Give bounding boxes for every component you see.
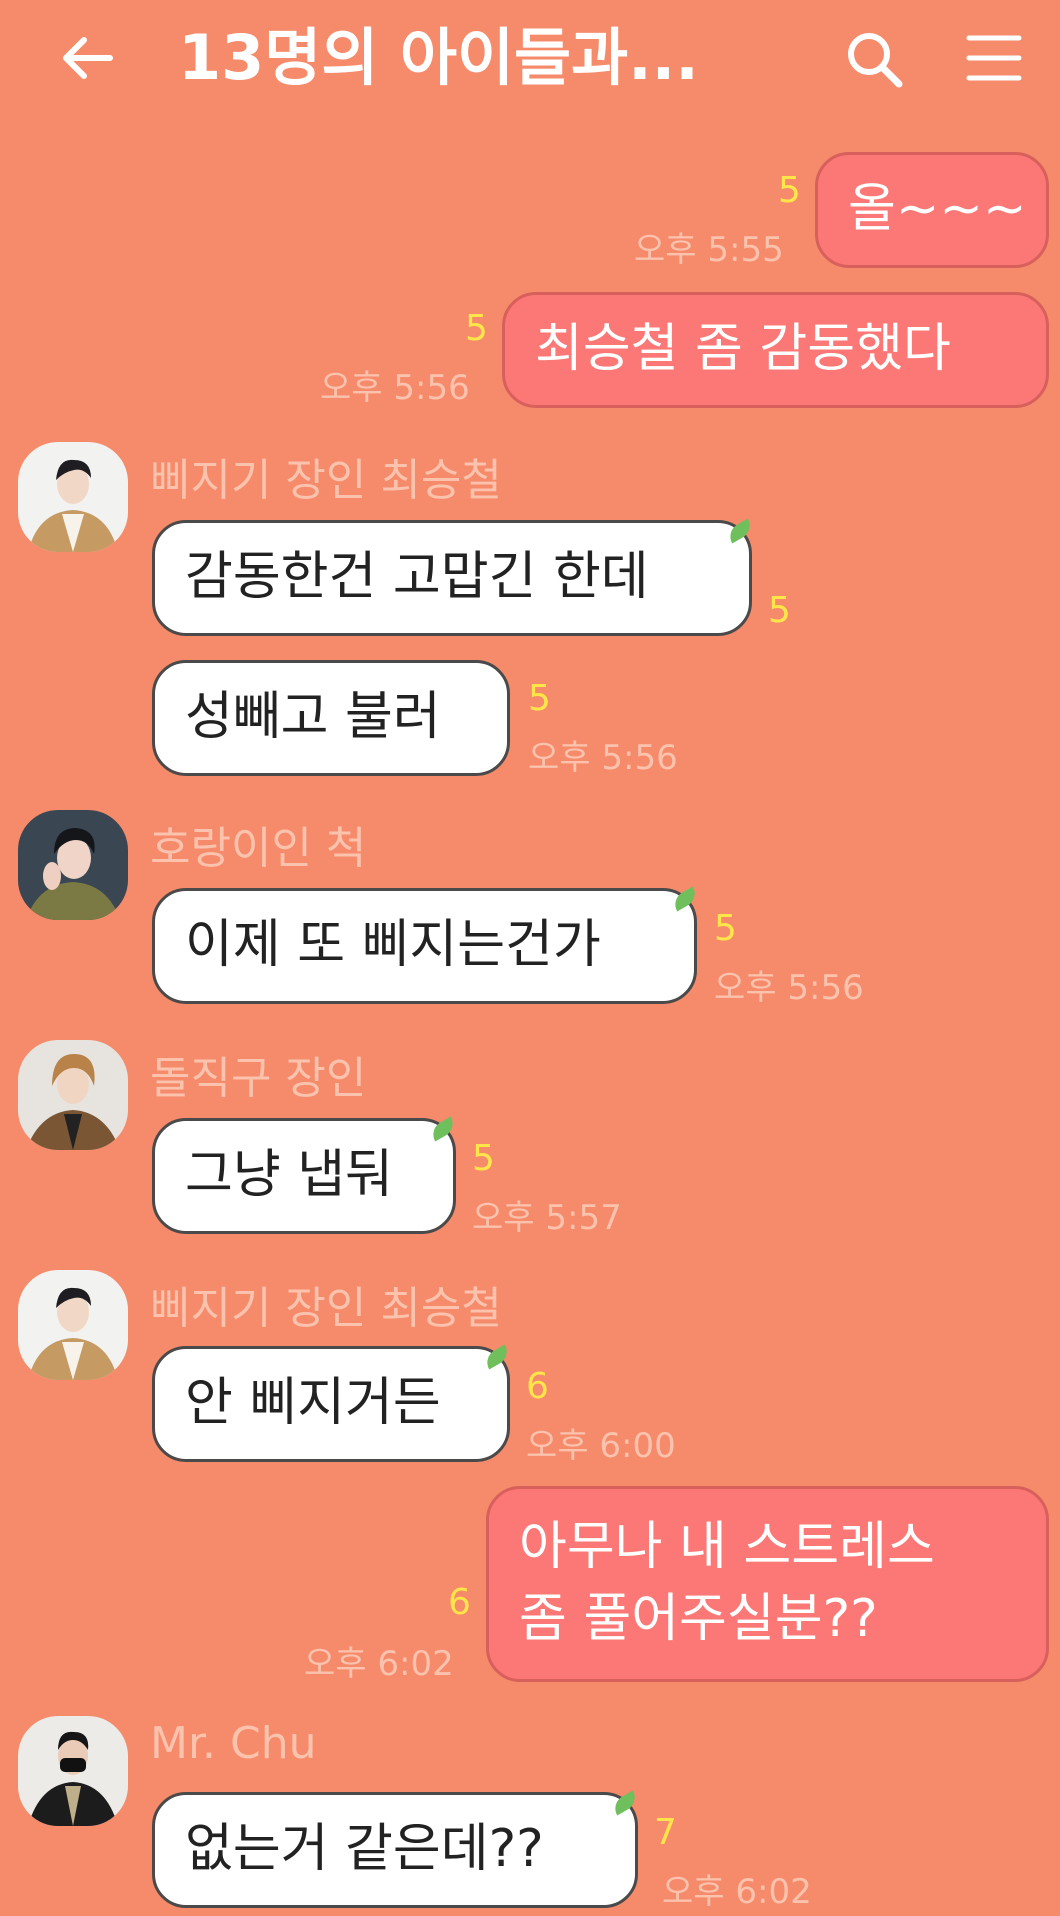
- unread-count: 5: [714, 908, 737, 949]
- message-bubble-outgoing[interactable]: 최승철 좀 감동했다: [502, 292, 1049, 408]
- unread-count: 6: [526, 1366, 549, 1407]
- message-bubble-incoming[interactable]: 감동한건 고맙긴 한데: [152, 520, 752, 636]
- sender-name: Mr. Chu: [150, 1718, 317, 1769]
- avatar-image: [18, 1270, 128, 1380]
- avatar[interactable]: [18, 1040, 128, 1150]
- avatar-image: [18, 1716, 128, 1826]
- chat-title: 13명의 아이들과...: [178, 21, 699, 94]
- message-text-line: 좀 풀어주실분??: [519, 1589, 878, 1649]
- unread-count: 6: [448, 1582, 471, 1623]
- unread-count: 5: [778, 170, 801, 211]
- message-time: 오후 5:56: [714, 968, 864, 1008]
- sender-name: 호랑이인 척: [150, 823, 367, 874]
- message-time: 오후 6:02: [304, 1644, 454, 1684]
- unread-count: 5: [528, 678, 551, 719]
- message-bubble-incoming[interactable]: 안 삐지거든: [152, 1346, 510, 1462]
- message-text-line: 아무나 내 스트레스: [519, 1517, 935, 1578]
- avatar[interactable]: [18, 810, 128, 920]
- unread-count: 5: [465, 308, 488, 349]
- message-text: 감동한건 고맙긴 한데: [185, 547, 649, 608]
- arrow-left-icon[interactable]: [58, 28, 118, 88]
- search-icon[interactable]: [843, 28, 905, 90]
- avatar-image: [18, 1040, 128, 1150]
- sender-name: 돌직구 장인: [150, 1053, 367, 1104]
- unread-count: 7: [654, 1812, 677, 1853]
- message-text: 없는거 같은데??: [185, 1819, 544, 1880]
- sender-name: 삐지기 장인 최승철: [150, 1283, 502, 1334]
- avatar-image: [18, 810, 128, 920]
- avatar[interactable]: [18, 1716, 128, 1826]
- message-time: 오후 5:56: [320, 368, 470, 408]
- message-text: 그냥 냅둬: [185, 1145, 393, 1206]
- avatar-image: [18, 442, 128, 552]
- sender-name: 삐지기 장인 최승철: [150, 455, 502, 506]
- avatar[interactable]: [18, 442, 128, 552]
- message-time: 오후 5:57: [472, 1198, 622, 1238]
- message-text: 최승철 좀 감동했다: [535, 319, 951, 380]
- chat-header: 13명의 아이들과...: [0, 0, 1060, 118]
- unread-count: 5: [472, 1138, 495, 1179]
- message-time: 오후 5:55: [634, 230, 784, 270]
- message-text: 안 삐지거든: [185, 1373, 441, 1434]
- message-time: 오후 5:56: [528, 738, 678, 778]
- message-text: 올~~~: [848, 179, 1027, 240]
- message-text: 이제 또 삐지는건가: [185, 915, 601, 976]
- message-time: 오후 6:00: [526, 1426, 676, 1466]
- message-bubble-incoming[interactable]: 성빼고 불러: [152, 660, 510, 776]
- avatar[interactable]: [18, 1270, 128, 1380]
- message-bubble-incoming[interactable]: 없는거 같은데??: [152, 1792, 638, 1908]
- unread-count: 5: [768, 590, 791, 631]
- menu-icon[interactable]: [966, 32, 1022, 84]
- message-bubble-incoming[interactable]: 이제 또 삐지는건가: [152, 888, 697, 1004]
- message-bubble-outgoing[interactable]: 아무나 내 스트레스 좀 풀어주실분??: [486, 1486, 1049, 1682]
- message-time: 오후 6:02: [662, 1872, 812, 1912]
- message-text: 성빼고 불러: [185, 687, 441, 748]
- message-bubble-outgoing[interactable]: 올~~~: [815, 152, 1049, 268]
- message-bubble-incoming[interactable]: 그냥 냅둬: [152, 1118, 456, 1234]
